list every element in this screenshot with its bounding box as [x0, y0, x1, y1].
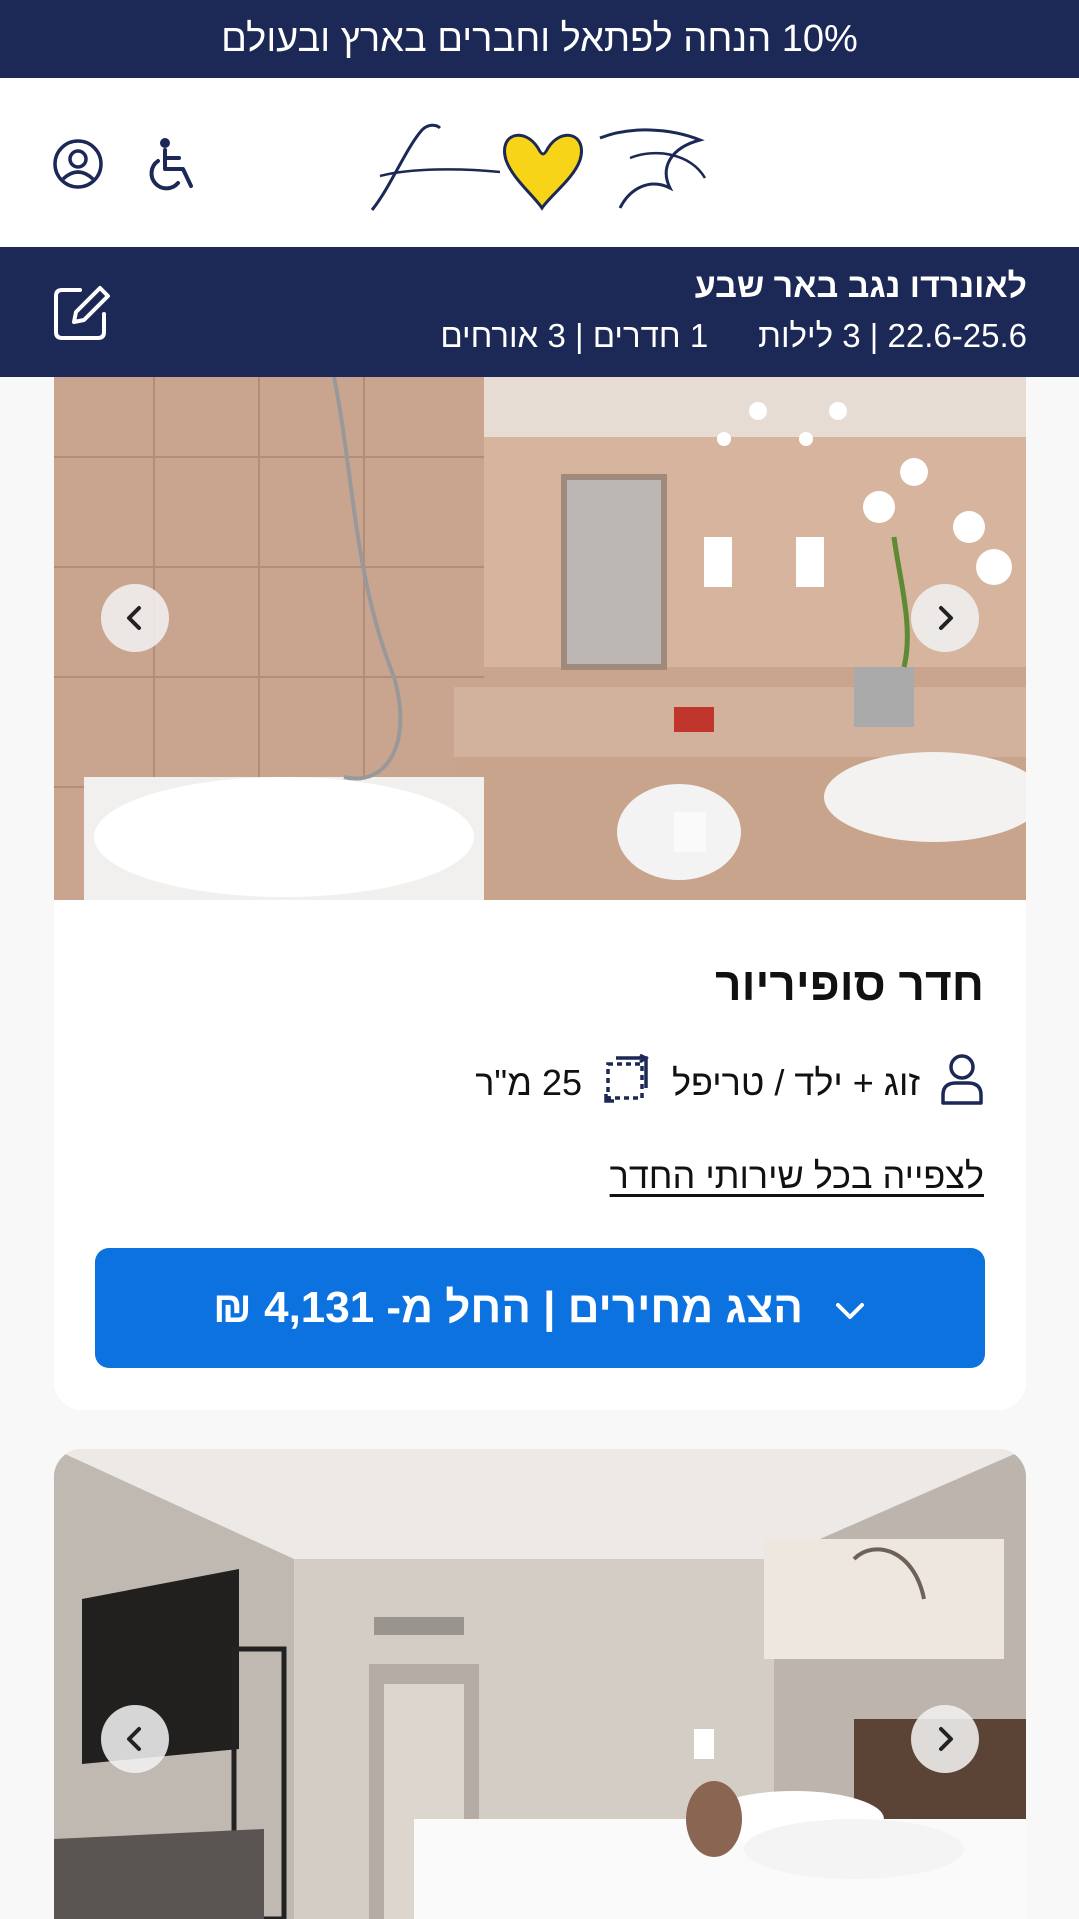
- carousel-prev-button[interactable]: [101, 1705, 169, 1773]
- chevron-right-icon: [939, 1727, 953, 1751]
- user-circle-icon[interactable]: [52, 138, 104, 190]
- edit-icon[interactable]: [52, 282, 112, 342]
- chevron-right-icon: [939, 606, 953, 630]
- promo-banner[interactable]: 10% הנחה לפתאל וחברים בארץ ובעולם: [0, 0, 1079, 78]
- room-name: חדר סופיריור: [715, 958, 984, 1010]
- room-photo-bathroom[interactable]: [54, 377, 1026, 900]
- booking-summary-bar[interactable]: לאונרדו נגב באר שבע 22.6-25.6 | 3 לילות …: [0, 247, 1079, 377]
- room-card: [54, 1449, 1026, 1919]
- site-header: [0, 78, 1079, 247]
- fattal-logo[interactable]: [370, 118, 712, 218]
- booking-dates: 22.6-25.6 | 3 לילות: [758, 317, 1027, 354]
- chevron-left-icon: [127, 1727, 141, 1751]
- carousel-prev-button[interactable]: [101, 584, 169, 652]
- person-icon: [940, 1053, 984, 1114]
- hotel-name: לאונרדו נגב באר שבע: [694, 267, 1027, 305]
- room-occupancy: זוג + ילד / טריפל: [671, 1062, 920, 1103]
- show-prices-label: הצג מחירים | החל מ- 4,131 ₪: [212, 1283, 804, 1332]
- room-amenities-link[interactable]: לצפייה בכל שירותי החדר: [610, 1155, 984, 1197]
- chevron-down-icon: [833, 1283, 867, 1333]
- room-photo-bedroom[interactable]: [54, 1449, 1026, 1919]
- room-card: חדר סופיריור זוג + ילד / טריפל 25 מ"ר לצ…: [54, 377, 1026, 1410]
- booking-details: 22.6-25.6 | 3 לילות 1 חדרים | 3 אורחים: [440, 317, 1027, 355]
- carousel-next-button[interactable]: [911, 1705, 979, 1773]
- accessibility-icon[interactable]: [145, 136, 203, 194]
- chevron-left-icon: [127, 606, 141, 630]
- room-meta: זוג + ילד / טריפל 25 מ"ר: [475, 1053, 984, 1113]
- room-size-icon: [602, 1053, 652, 1113]
- booking-rooms-guests: 1 חדרים | 3 אורחים: [440, 317, 709, 354]
- room-size: 25 מ"ר: [475, 1062, 582, 1103]
- promo-text: 10% הנחה לפתאל וחברים בארץ ובעולם: [221, 17, 858, 60]
- carousel-next-button[interactable]: [911, 584, 979, 652]
- show-prices-button[interactable]: הצג מחירים | החל מ- 4,131 ₪: [95, 1248, 985, 1368]
